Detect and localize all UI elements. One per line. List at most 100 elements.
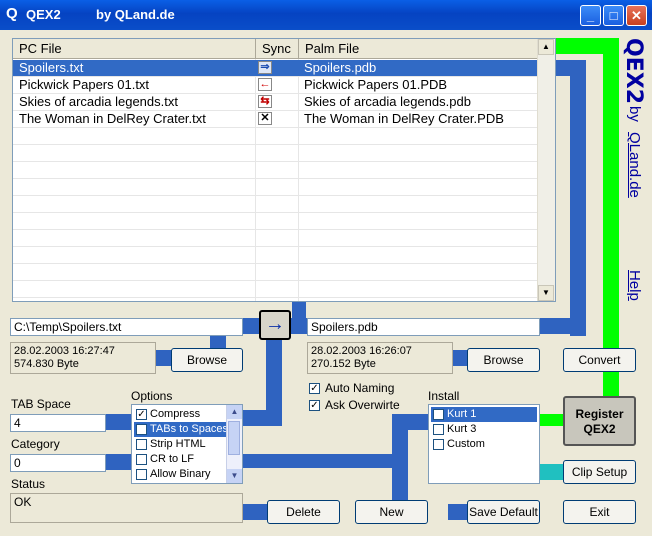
sync-left-icon[interactable]: ← [258,78,272,91]
table-row[interactable]: Pickwick Papers 01.txt ← Pickwick Papers… [13,77,538,94]
pc-browse-button[interactable]: Browse [171,348,243,372]
auto-naming-checkbox[interactable]: ✓ [309,383,320,394]
option-allow-binary[interactable]: Allow Binary [134,467,228,482]
palm-file-cell: Pickwick Papers 01.PDB [304,77,448,92]
column-header-sync[interactable]: Sync [256,39,299,59]
side-help-link[interactable]: Help [626,270,643,301]
options-scrollbar[interactable]: ▲ ▼ [226,405,242,483]
palm-file-cell: Skies of arcadia legends.pdb [304,94,471,109]
status-box: OK [10,493,243,523]
palm-browse-button[interactable]: Browse [467,348,540,372]
ask-overwrite-label: Ask Overwirte [325,398,400,412]
palm-file-cell: Spoilers.pdb [304,60,377,75]
auto-naming-label: Auto Naming [325,381,395,395]
maximize-button[interactable]: □ [603,5,624,26]
delete-button[interactable]: Delete [267,500,340,524]
clip-setup-button[interactable]: Clip Setup [563,460,636,484]
checkbox-checked-icon[interactable]: ✓ [433,409,444,420]
column-header-palm-file[interactable]: Palm File [299,39,538,59]
minimize-button[interactable]: _ [580,5,601,26]
side-brand: QEX2 [621,38,646,104]
table-row[interactable]: Spoilers.txt ⇒ Spoilers.pdb [13,60,538,77]
blue-connector-palm-name [540,318,586,334]
checkbox-empty-icon[interactable] [433,439,444,450]
scroll-down-icon[interactable]: ▼ [227,469,242,483]
option-strip-html[interactable]: Strip HTML [134,437,228,452]
register-button-line1: Register [575,407,624,421]
checkbox-empty-icon[interactable] [136,439,147,450]
palm-file-info: 28.02.2003 16:26:07 270.152 Byte [307,342,453,374]
side-site-link[interactable]: QLand.de [626,132,643,198]
tab-space-input[interactable]: 4 [10,414,106,432]
option-cr-to-lf[interactable]: CR to LF [134,452,228,467]
scroll-up-icon[interactable]: ▲ [538,39,554,55]
scroll-down-icon[interactable]: ▼ [538,285,554,301]
window-subtitle: by QLand.de [96,7,175,22]
blue-connector-list-right [570,60,586,336]
options-label: Options [131,389,173,403]
green-connector-register [540,414,564,426]
option-tabs-to-spaces[interactable]: ✓ TABs to Spaces [134,422,228,437]
install-kurt-1[interactable]: ✓ Kurt 1 [431,407,537,422]
transfer-arrow-button[interactable]: → [259,310,291,340]
new-button[interactable]: New [355,500,428,524]
app-icon: Q [6,5,18,22]
register-button[interactable]: Register QEX2 [563,396,636,446]
pc-file-cell: Skies of arcadia legends.txt [19,94,178,109]
table-row [13,196,538,213]
exit-button[interactable]: Exit [563,500,636,524]
blue-connector-category [106,454,132,470]
palm-file-date: 28.02.2003 16:26:07 [311,345,412,357]
checkbox-empty-icon[interactable] [136,469,147,480]
checkbox-empty-icon[interactable] [433,424,444,435]
blue-connector-save [448,504,468,520]
blue-connector-install [242,454,398,468]
palm-file-size: 270.152 Byte [311,358,376,370]
pc-file-cell: Pickwick Papers 01.txt [19,77,150,92]
blue-connector-options [242,410,282,426]
option-compress[interactable]: ✓ Compress [134,407,228,422]
table-row [13,264,538,281]
ask-overwrite-checkbox[interactable]: ✓ [309,400,320,411]
status-label: Status [11,477,46,491]
table-row[interactable]: Skies of arcadia legends.txt ⇆ Skies of … [13,94,538,111]
checkbox-empty-icon[interactable] [136,454,147,465]
table-row [13,179,538,196]
column-header-pc-file[interactable]: PC File [13,39,256,59]
pc-path-field[interactable]: C:\Temp\Spoilers.txt [10,318,243,336]
pc-file-date: 28.02.2003 16:27:47 [14,345,115,357]
table-row [13,128,538,145]
table-row [13,281,538,298]
pc-file-size: 574.830 Byte [14,358,79,370]
palm-name-field[interactable]: Spoilers.pdb [307,318,540,336]
palm-file-cell: The Woman in DelRey Crater.PDB [304,111,504,126]
pc-file-info: 28.02.2003 16:27:47 574.830 Byte [10,342,156,374]
green-connector-right [603,38,619,398]
sync-both-icon[interactable]: ⇆ [258,95,272,108]
checkbox-checked-icon[interactable]: ✓ [136,409,147,420]
install-list[interactable]: ✓ Kurt 1 Kurt 3 Custom [428,404,540,484]
tab-space-label: TAB Space [11,397,71,411]
save-default-button[interactable]: Save Default [467,500,540,524]
sync-skip-icon[interactable]: ✕ [258,112,272,125]
table-row[interactable]: The Woman in DelRey Crater.txt ✕ The Wom… [13,111,538,128]
install-custom[interactable]: Custom [431,437,537,452]
install-kurt-3[interactable]: Kurt 3 [431,422,537,437]
sync-right-icon[interactable]: ⇒ [258,61,272,74]
install-label-item: Custom [447,438,485,450]
file-list[interactable]: PC File Sync Palm File Spoilers.txt ⇒ Sp… [12,38,556,302]
install-label-item: Kurt 3 [447,423,477,435]
list-scrollbar[interactable]: ▲ ▼ [537,39,555,301]
options-list[interactable]: ✓ Compress ✓ TABs to Spaces Strip HTML C… [131,404,243,484]
table-row [13,213,538,230]
pc-file-cell: Spoilers.txt [19,60,84,75]
convert-button[interactable]: Convert [563,348,636,372]
window-title: QEX2 [26,7,61,22]
checkbox-checked-icon[interactable]: ✓ [136,424,147,435]
close-button[interactable]: ✕ [626,5,647,26]
option-label: TABs to Spaces [150,423,229,435]
title-bar[interactable]: Q QEX2 by QLand.de _ □ ✕ [0,0,652,30]
scroll-thumb[interactable] [228,421,240,455]
scroll-up-icon[interactable]: ▲ [227,405,242,419]
category-input[interactable]: 0 [10,454,106,472]
